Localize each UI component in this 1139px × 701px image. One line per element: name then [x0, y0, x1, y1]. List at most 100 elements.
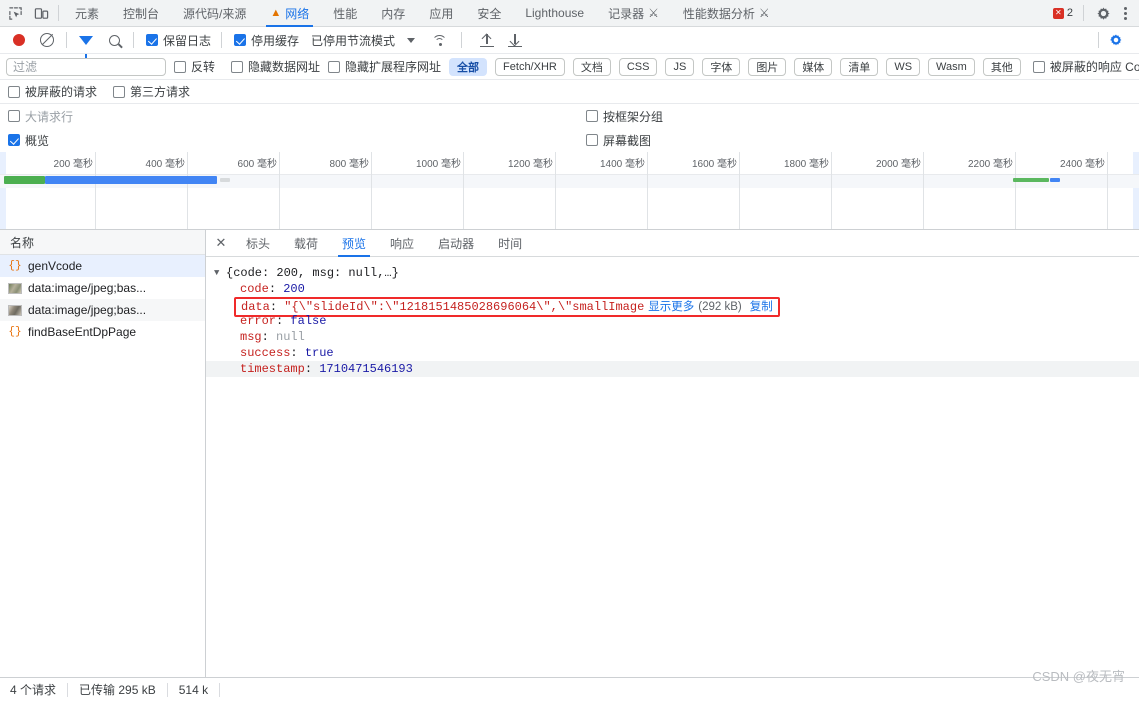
type-chip-media[interactable]: 媒体	[794, 57, 833, 76]
status-divider-3	[219, 682, 221, 697]
invert-checkbox[interactable]: 反转	[174, 58, 215, 75]
devtools-main-tabbar: 元素 控制台 源代码/来源 ▲ 网络 性能 内存 应用 安全 Lighthous…	[0, 0, 1139, 27]
type-chip-media-label: 媒体	[802, 61, 825, 74]
tab-lighthouse[interactable]: Lighthouse	[513, 0, 596, 27]
json-value-code: 200	[283, 282, 305, 296]
tab-security-label: 安全	[477, 6, 502, 21]
tab-application[interactable]: 应用	[417, 0, 465, 27]
screenshots-checkbox[interactable]: 屏幕截图	[586, 132, 651, 149]
tab-application-label: 应用	[429, 6, 454, 21]
tab-headers[interactable]: 标头	[234, 230, 282, 257]
type-chip-other[interactable]: 其他	[982, 57, 1021, 76]
json-key-msg: msg	[240, 330, 262, 344]
tab-initiator-label: 启动器	[438, 236, 475, 251]
throttling-label[interactable]: 已停用节流模式	[307, 32, 395, 49]
triangle-down-icon[interactable]: ▼	[214, 265, 226, 281]
table-row[interactable]: data:image/jpeg;bas...	[0, 299, 205, 321]
overview-tick-label: 200 毫秒	[53, 159, 93, 170]
tab-network[interactable]: ▲ 网络	[258, 0, 321, 27]
preserve-log-checkbox[interactable]: 保留日志	[146, 32, 211, 49]
gear-icon[interactable]	[1090, 1, 1116, 25]
overview-checkbox-box	[8, 134, 20, 146]
request-bar-2-blue	[1050, 178, 1060, 182]
record-button-icon[interactable]	[6, 28, 32, 52]
tab-initiator[interactable]: 启动器	[426, 230, 486, 257]
type-chip-doc[interactable]: 文档	[572, 57, 611, 76]
group-by-frame-checkbox[interactable]: 按框架分组	[586, 108, 663, 125]
third-party-requests-label: 第三方请求	[130, 85, 191, 99]
tab-recorder-label: 记录器	[608, 6, 645, 21]
blocked-requests-checkbox[interactable]: 被屏蔽的请求	[8, 83, 97, 100]
type-chip-fetch-xhr[interactable]: Fetch/XHR	[495, 57, 565, 76]
export-har-icon[interactable]	[502, 28, 528, 52]
type-chip-css[interactable]: CSS	[618, 57, 658, 76]
display-options-row-2: 概览 屏幕截图	[0, 128, 1139, 152]
type-chip-ws[interactable]: WS	[886, 57, 921, 76]
json-value-success: true	[304, 346, 334, 360]
json-row-error: error: false	[240, 314, 327, 328]
network-overview-timeline[interactable]: 200 毫秒 400 毫秒 600 毫秒 800 毫秒 1000 毫秒 1200…	[0, 152, 1139, 230]
toolbar-divider-2	[133, 32, 134, 48]
tab-sources[interactable]: 源代码/来源	[171, 0, 258, 27]
tab-memory-label: 内存	[381, 6, 406, 21]
third-party-requests-checkbox[interactable]: 第三方请求	[113, 83, 190, 100]
tab-response[interactable]: 响应	[378, 230, 426, 257]
disable-cache-checkbox-box	[234, 34, 247, 46]
tab-elements[interactable]: 元素	[63, 0, 111, 27]
type-chip-manifest[interactable]: 清单	[840, 57, 879, 76]
error-count-badge[interactable]: ✕ 2	[1049, 7, 1077, 19]
type-chip-all[interactable]: 全部	[449, 57, 488, 76]
overview-tick-label: 600 毫秒	[237, 159, 277, 170]
search-input[interactable]	[6, 57, 166, 76]
tab-preview[interactable]: 预览	[330, 230, 378, 257]
type-chip-wasm[interactable]: Wasm	[928, 57, 975, 76]
network-toolbar-right	[1094, 28, 1133, 52]
hide-extension-urls-checkbox[interactable]: 隐藏扩展程序网址	[328, 58, 441, 75]
big-request-rows-label: 大请求行	[25, 109, 74, 124]
overview-checkbox[interactable]: 概览	[8, 132, 49, 149]
search-icon[interactable]	[101, 28, 127, 52]
device-toolbar-icon[interactable]	[28, 1, 54, 25]
preserve-log-checkbox-box	[146, 34, 158, 46]
json-root-row[interactable]: ▼ {code: 200, msg: null,…}	[206, 265, 1139, 281]
filter-icon[interactable]	[73, 28, 99, 58]
json-value-error: false	[290, 314, 327, 328]
tab-performance-insights[interactable]: 性能数据分析 ⚔	[671, 0, 782, 27]
type-chip-js[interactable]: JS	[665, 57, 695, 76]
network-settings-gear-icon[interactable]	[1103, 28, 1129, 52]
request-bar-1-green	[4, 176, 45, 184]
table-row[interactable]: data:image/jpeg;bas...	[0, 277, 205, 299]
clear-network-log-icon[interactable]	[34, 28, 60, 52]
request-name: genVcode	[28, 259, 83, 273]
overview-right-handle[interactable]	[1133, 152, 1139, 229]
blocked-cookies-checkbox-box	[1032, 60, 1045, 73]
resources-size-label: 514 k	[178, 682, 209, 697]
kebab-menu-icon[interactable]	[1118, 3, 1133, 24]
json-key-code: code	[240, 282, 269, 296]
overview-left-handle[interactable]	[0, 152, 6, 229]
tab-payload[interactable]: 载荷	[282, 230, 330, 257]
type-chip-img[interactable]: 图片	[748, 57, 787, 76]
import-har-icon[interactable]	[474, 28, 500, 52]
tab-console[interactable]: 控制台	[111, 0, 171, 27]
tab-performance[interactable]: 性能	[321, 0, 369, 27]
network-conditions-icon[interactable]	[427, 28, 453, 52]
request-bar-1-blue	[45, 176, 217, 184]
tab-timing[interactable]: 时间	[486, 230, 534, 257]
tab-security[interactable]: 安全	[465, 0, 513, 27]
request-list-header[interactable]: 名称	[0, 230, 205, 255]
screenshots-label: 屏幕截图	[603, 133, 652, 148]
blocked-cookies-checkbox[interactable]: 被屏蔽的响应 Cookie	[1032, 58, 1139, 75]
table-row[interactable]: {} genVcode	[0, 255, 205, 277]
hide-data-urls-checkbox[interactable]: 隐藏数据网址	[231, 58, 320, 75]
tab-recorder[interactable]: 记录器 ⚔	[596, 0, 671, 27]
type-chip-font[interactable]: 字体	[702, 57, 741, 76]
disable-cache-checkbox[interactable]: 停用缓存	[234, 32, 299, 49]
close-icon[interactable]: ✕	[208, 230, 234, 256]
chevron-down-icon[interactable]	[407, 37, 416, 43]
table-row[interactable]: {} findBaseEntDpPage	[0, 321, 205, 343]
inspect-element-icon[interactable]	[2, 1, 28, 25]
toolbar-divider-1	[66, 32, 67, 48]
tab-memory[interactable]: 内存	[369, 0, 417, 27]
big-request-rows-checkbox[interactable]: 大请求行	[8, 108, 73, 125]
